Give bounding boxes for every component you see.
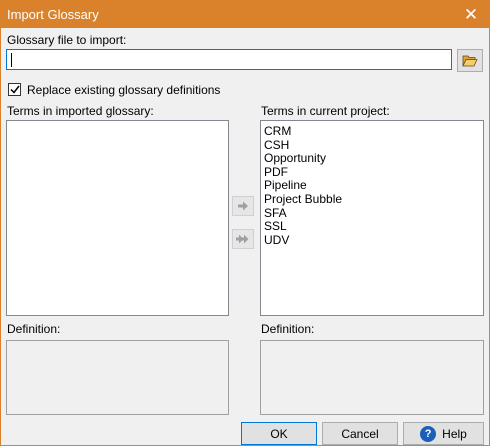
imported-definition-label: Definition:: [7, 322, 61, 336]
current-definition-box: [260, 340, 484, 415]
term-list-item[interactable]: UDV: [261, 233, 483, 248]
add-all-terms-button[interactable]: [232, 229, 254, 249]
dialog-title: Import Glossary: [7, 7, 99, 22]
import-glossary-dialog: Import Glossary ✕ Glossary file to impor…: [0, 0, 490, 446]
close-icon: ✕: [463, 4, 479, 24]
open-folder-icon: [462, 55, 478, 66]
ok-button-label: OK: [270, 426, 288, 441]
imported-terms-list[interactable]: [6, 120, 229, 316]
replace-definitions-checkbox[interactable]: [8, 83, 21, 96]
arrow-right-icon: [238, 201, 248, 211]
glossary-file-label: Glossary file to import:: [7, 33, 127, 47]
imported-terms-label: Terms in imported glossary:: [7, 104, 154, 118]
double-arrow-right-icon: [236, 234, 249, 244]
term-list-item[interactable]: SSL: [261, 220, 483, 234]
cancel-button-label: Cancel: [341, 426, 379, 441]
term-list-item[interactable]: Pipeline: [261, 179, 483, 193]
term-list-item[interactable]: CRM: [261, 124, 483, 139]
current-definition-label: Definition:: [261, 322, 315, 336]
term-list-item[interactable]: CSH: [261, 138, 483, 153]
cancel-button[interactable]: Cancel: [322, 422, 398, 445]
help-button-label: Help: [442, 426, 467, 441]
help-icon: ?: [420, 425, 437, 442]
add-term-button[interactable]: [232, 196, 254, 216]
checkmark-icon: [9, 85, 20, 94]
title-bar: Import Glossary ✕: [1, 1, 489, 28]
ok-button[interactable]: OK: [241, 422, 317, 445]
term-list-item[interactable]: PDF: [261, 165, 483, 180]
close-button[interactable]: ✕: [453, 1, 489, 28]
replace-definitions-label[interactable]: Replace existing glossary definitions: [27, 83, 220, 97]
imported-definition-box: [6, 340, 229, 415]
text-caret: [11, 53, 12, 67]
help-button[interactable]: ? Help: [403, 422, 484, 445]
current-terms-label: Terms in current project:: [261, 104, 390, 118]
current-terms-list[interactable]: CRM CSH Opportunity PDF Pipeline Project Bubb…: [260, 120, 484, 316]
term-list-item[interactable]: SFA: [261, 206, 483, 221]
term-list-item[interactable]: Opportunity: [261, 152, 483, 166]
term-list-item[interactable]: Project Bubble: [261, 192, 483, 207]
browse-file-button[interactable]: [457, 49, 483, 72]
glossary-file-input[interactable]: [6, 49, 452, 70]
